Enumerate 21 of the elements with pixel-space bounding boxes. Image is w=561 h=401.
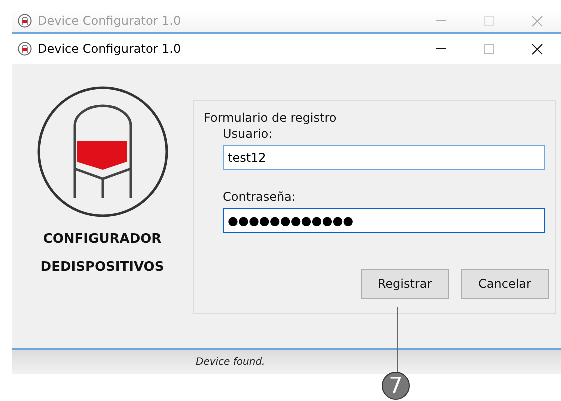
close-icon[interactable] — [532, 44, 542, 54]
app-icon — [18, 42, 32, 56]
window-title: Device Configurator 1.0 — [38, 14, 182, 28]
form-button[interactable]: Registrar — [361, 269, 449, 299]
field-label: Usuario: — [223, 127, 274, 141]
form-button[interactable]: Cancelar — [461, 269, 549, 299]
status-text: Device found. — [196, 356, 266, 368]
tank-logo-icon — [36, 86, 168, 218]
maximize-icon[interactable] — [484, 16, 494, 26]
input-field[interactable]: ●●●●●●●●●●●● — [223, 208, 545, 233]
group-title: Formulario de registro — [204, 111, 338, 125]
callout-number: 7 — [382, 372, 410, 400]
field-label: Contraseña: — [223, 190, 297, 204]
window-title: Device Configurator 1.0 — [38, 42, 182, 56]
logo-text: CONFIGURADOR — [43, 231, 162, 249]
logo-text: DEDISPOSITIVOS — [40, 259, 164, 277]
minimize-icon[interactable] — [436, 48, 446, 50]
input-field[interactable]: test12 — [223, 145, 545, 170]
leader-line — [397, 307, 398, 373]
app-icon — [18, 14, 32, 28]
maximize-icon[interactable] — [484, 44, 494, 54]
